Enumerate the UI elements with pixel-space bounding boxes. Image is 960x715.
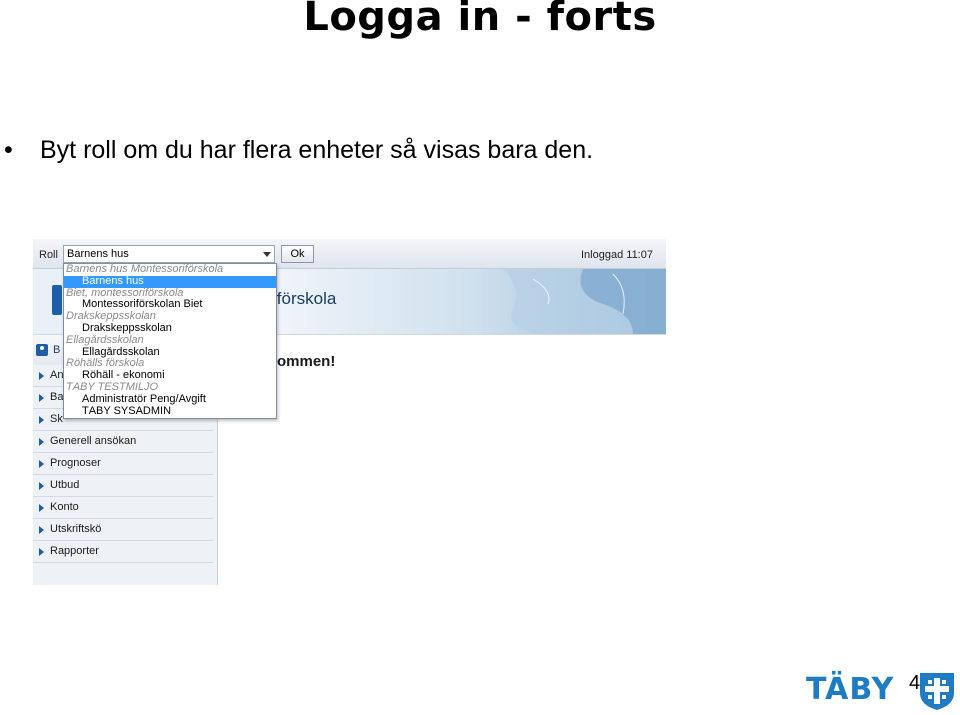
sidebar-item-utskriftsko[interactable]: Utskriftskö [33, 519, 213, 541]
sidebar-item-label: An [50, 369, 64, 381]
arrow-right-icon [39, 416, 44, 424]
arrow-right-icon [39, 526, 44, 534]
sidebar-item-label: Ba [50, 391, 64, 403]
arrow-right-icon [39, 482, 44, 490]
app-logo-icon [52, 285, 62, 315]
dropdown-option[interactable]: Administratör Peng/Avgift [64, 394, 276, 406]
role-dropdown-list[interactable]: Barnens hus Montessoriförskola Barnens h… [63, 263, 277, 419]
roll-label: Roll [39, 249, 58, 261]
sidebar-item-generell-ansokan[interactable]: Generell ansökan [33, 431, 213, 453]
dropdown-option[interactable]: Ellagårdsskolan [64, 347, 276, 359]
bullet-text: Byt roll om du har flera enheter så visa… [40, 136, 594, 164]
arrow-right-icon [39, 460, 44, 468]
dropdown-option[interactable]: Röhäll - ekonomi [64, 370, 276, 382]
chevron-down-icon[interactable] [263, 252, 271, 257]
banner-title: iförskola [273, 289, 337, 308]
sidebar-header-text: B [53, 344, 61, 356]
dropdown-group-label: Ellagårdsskolan [66, 334, 144, 346]
sidebar-item-label: Prognoser [50, 457, 101, 469]
dropdown-group-label: Barnens hus Montessoriförskola [66, 264, 224, 275]
arrow-right-icon [39, 438, 44, 446]
dropdown-option[interactable]: TÄBY SYSADMIN [64, 406, 276, 418]
sidebar-item-label: Generell ansökan [50, 435, 137, 447]
sidebar-item-label: Sk [50, 413, 63, 425]
logged-in-status: Inloggad 11:07 [581, 249, 653, 261]
arrow-right-icon [39, 372, 44, 380]
dropdown-option[interactable]: Montessoriförskolan Biet [64, 299, 276, 311]
dropdown-group-label: Biet, montessoriförskola [66, 287, 184, 299]
dropdown-option[interactable]: Barnens hus [64, 275, 276, 288]
user-icon [36, 344, 48, 356]
sidebar-item-label: Utbud [50, 479, 80, 491]
main-content [218, 335, 666, 585]
role-select[interactable]: Barnens hus [63, 245, 275, 263]
dropdown-group-label: Drakskeppsskolan [66, 311, 156, 323]
welcome-heading: ommen! [277, 353, 336, 370]
sidebar-item-konto[interactable]: Konto [33, 497, 213, 519]
taby-logo-text: TÄBY [806, 672, 895, 707]
app-screenshot: Roll Barnens hus Ok Inloggad 11:07 iförs… [33, 239, 666, 585]
map-graphic-icon [503, 269, 666, 334]
slide-title: Logga in - forts [303, 0, 657, 40]
dropdown-option[interactable]: Drakskeppsskolan [64, 323, 276, 335]
arrow-right-icon [39, 504, 44, 512]
sidebar-item-utbud[interactable]: Utbud [33, 475, 213, 497]
arrow-right-icon [39, 394, 44, 402]
taby-emblem-icon [920, 673, 954, 710]
dropdown-group-label: Röhälls förskola [66, 358, 145, 370]
sidebar-item-prognoser[interactable]: Prognoser [33, 453, 213, 475]
role-select-value: Barnens hus [67, 248, 129, 260]
dropdown-group-label: TÄBY TESTMILJÖ [66, 381, 159, 393]
ok-button[interactable]: Ok [281, 245, 314, 263]
arrow-right-icon [39, 548, 44, 556]
sidebar-item-label: Utskriftskö [50, 523, 102, 535]
sidebar-item-label: Rapporter [50, 545, 99, 557]
bullet-symbol: • [4, 136, 13, 164]
sidebar-item-label: Konto [50, 501, 79, 513]
sidebar-item-rapporter[interactable]: Rapporter [33, 541, 213, 563]
